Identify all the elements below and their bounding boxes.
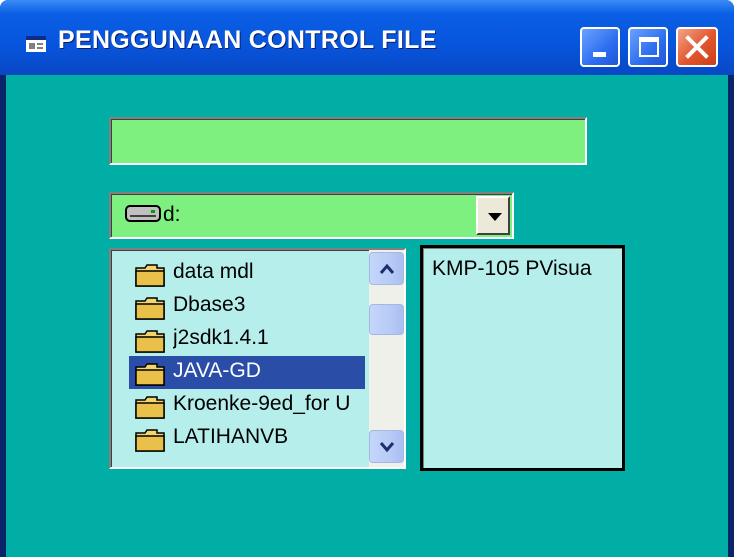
file-item[interactable]: KMP-105 PVisua [432,257,592,281]
maximize-icon [639,37,659,57]
folder-icon [135,330,165,353]
scroll-down-button[interactable] [369,430,404,463]
dir-item-label: j2sdk1.4.1 [173,326,269,349]
minimize-icon [593,52,606,57]
folder-icon [135,429,165,452]
title-bar[interactable]: PENGGUNAAN CONTROL FILE [0,0,734,75]
dir-item[interactable]: Dbase3 [129,290,365,323]
dir-item[interactable]: LATIHANVB [129,422,365,455]
scroll-thumb[interactable] [369,304,404,335]
chevron-down-icon [379,442,395,453]
close-icon [685,35,709,59]
dir-item-label: JAVA-GD [173,359,261,382]
app-icon [26,36,46,52]
dir-item-label: data mdl [173,260,254,283]
folder-icon [135,396,165,419]
file-listbox[interactable]: KMP-105 PVisua [420,245,625,471]
folder-open-icon [135,363,165,386]
window: PENGGUNAAN CONTROL FILE d: data mdl Dbas… [0,0,734,557]
path-textbox[interactable] [109,117,587,165]
dir-item-selected[interactable]: JAVA-GD [129,356,365,389]
folder-icon [135,264,165,287]
dir-item-label: LATIHANVB [173,425,289,448]
window-title: PENGGUNAAN CONTROL FILE [58,26,437,54]
dir-item[interactable]: j2sdk1.4.1 [129,323,365,356]
drive-selected-value: d: [163,203,181,226]
drive-icon [125,205,161,222]
dir-item[interactable]: Kroenke-9ed_for U [129,389,365,422]
dir-item[interactable]: data mdl [129,257,365,290]
directory-listbox[interactable]: data mdl Dbase3 j2sdk1.4.1 JAVA-GD Kroen… [109,248,406,469]
dir-item-label: Dbase3 [173,293,246,316]
chevron-down-icon [488,213,502,221]
vertical-scrollbar[interactable] [369,250,404,467]
close-button[interactable] [676,27,718,67]
maximize-button[interactable] [628,27,668,67]
scroll-up-button[interactable] [369,252,404,285]
drive-combobox[interactable]: d: [109,192,514,239]
drive-dropdown-button[interactable] [476,196,510,235]
chevron-up-icon [379,263,395,274]
folder-icon [135,297,165,320]
dir-item-label: Kroenke-9ed_for U [173,392,351,415]
minimize-button[interactable] [580,27,620,67]
